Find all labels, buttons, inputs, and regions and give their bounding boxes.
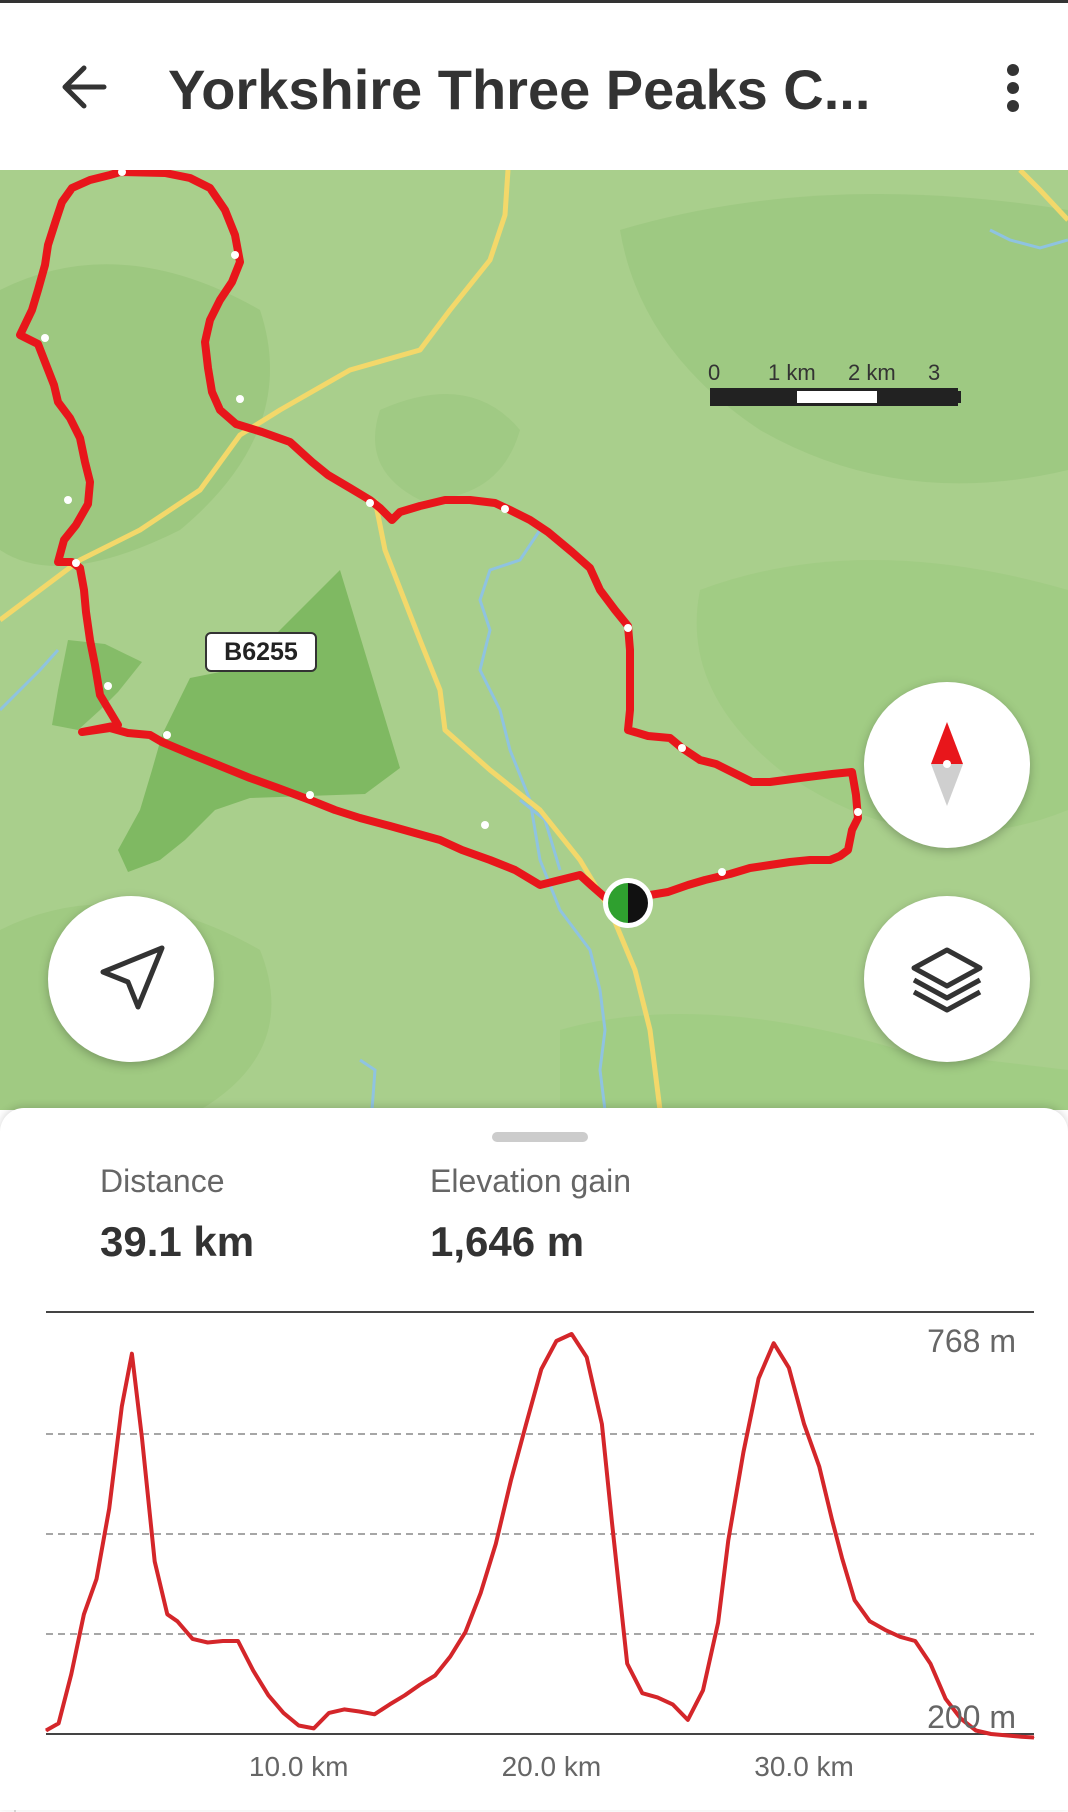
elevation-point: [803, 1423, 805, 1425]
elevation-point: [657, 1696, 658, 1698]
elevation-point: [389, 1703, 391, 1705]
elevation-point: [914, 1640, 916, 1642]
elevation-point: [141, 1437, 143, 1439]
elevation-point: [83, 1613, 85, 1615]
elevation-point: [298, 1725, 300, 1726]
elevation-point: [773, 1342, 775, 1344]
scale-bar: 0 1 km 2 km 3 km: [708, 360, 970, 411]
arrow-left-icon: [62, 65, 107, 109]
elevation-point: [899, 1636, 901, 1638]
compass-button[interactable]: [864, 682, 1030, 848]
elevation-point: [727, 1539, 729, 1541]
elevation-point: [45, 1730, 47, 1731]
elevation-point: [166, 1613, 168, 1615]
elevation-point: [419, 1684, 421, 1686]
elevation-point: [465, 1631, 466, 1633]
scale-bar-graphic: [710, 388, 961, 406]
elevation-point: [237, 1640, 239, 1642]
elevation-point: [555, 1340, 557, 1342]
elevation-point: [70, 1673, 72, 1675]
elevation-point: [626, 1663, 628, 1665]
elevation-point: [702, 1689, 704, 1691]
elevation-point: [510, 1480, 512, 1481]
elevation-point: [434, 1675, 436, 1676]
elevation-point: [358, 1711, 360, 1712]
back-button[interactable]: [54, 55, 114, 115]
elevation-point: [495, 1543, 497, 1545]
elevation-point: [586, 1356, 588, 1358]
scale-label: 2 km: [848, 360, 896, 385]
elevation-point: [374, 1713, 375, 1715]
elevation-point: [328, 1712, 330, 1714]
elevation-point: [831, 1518, 833, 1520]
elevation-point: [758, 1377, 760, 1379]
elevation-point: [601, 1423, 603, 1425]
elevation-point: [343, 1708, 345, 1710]
elevation-point: [1005, 1734, 1007, 1736]
elevation-point: [672, 1703, 674, 1705]
elevation-point: [869, 1620, 871, 1622]
x-tick-label: 30.0 km: [754, 1751, 854, 1782]
elevation-point: [267, 1694, 269, 1696]
elevation-point: [58, 1722, 60, 1724]
elevation-point: [687, 1719, 689, 1721]
x-tick-label: 20.0 km: [502, 1751, 602, 1782]
elevation-point: [131, 1353, 133, 1355]
elevation-point: [222, 1640, 224, 1642]
navigation-arrow-icon: [100, 945, 165, 1010]
more-options-button[interactable]: [995, 58, 1031, 118]
app-bar: Yorkshire Three Peaks C...: [0, 3, 1068, 170]
elevation-point: [818, 1465, 820, 1467]
y-max-label: 768 m: [927, 1323, 1016, 1359]
elevation-point: [788, 1367, 790, 1369]
elevation-point: [207, 1642, 209, 1643]
elevation-point: [1033, 1737, 1035, 1738]
locate-me-button[interactable]: [48, 896, 214, 1062]
elevation-point: [571, 1333, 573, 1335]
elevation-point: [884, 1629, 886, 1631]
elevation-point: [108, 1508, 110, 1510]
elevation-point: [404, 1694, 406, 1696]
x-tick-label: 10.0 km: [249, 1751, 349, 1782]
elevation-point: [283, 1712, 284, 1714]
elevation-point: [525, 1423, 527, 1425]
scale-label: 1 km: [768, 360, 816, 385]
more-vert-icon: [1007, 64, 1019, 112]
elevation-point: [841, 1557, 843, 1559]
elevation-point: [176, 1620, 178, 1622]
elevation-point: [449, 1656, 451, 1657]
route-details-sheet: Distance 39.1 km Elevation gain 1,646 m …: [0, 1108, 1068, 1810]
elevation-point: [313, 1727, 315, 1729]
elevation-point: [1020, 1736, 1022, 1738]
route-title: Yorkshire Three Peaks C...: [168, 58, 871, 121]
elevation-profile-chart[interactable]: 768 m 200 m 10.0 km 20.0 km 30.0 km: [0, 1108, 1068, 1810]
elevation-point: [641, 1692, 643, 1694]
road-label: B6255: [205, 632, 317, 672]
elevation-point: [252, 1670, 254, 1672]
elevation-point: [929, 1663, 931, 1665]
elevation-point: [480, 1592, 482, 1594]
elevation-point: [192, 1638, 194, 1640]
elevation-point: [742, 1451, 744, 1453]
compass-icon: [931, 722, 963, 806]
elevation-point: [540, 1368, 542, 1370]
elevation-point: [717, 1622, 719, 1624]
layers-icon: [911, 947, 983, 1013]
y-min-label: 200 m: [927, 1699, 1016, 1735]
elevation-point: [611, 1522, 613, 1524]
elevation-point: [96, 1578, 97, 1580]
elevation-point: [154, 1561, 156, 1562]
elevation-series-line: [45, 1332, 1035, 1740]
map-view[interactable]: B6255 0 1 km 2 km 3 km: [0, 170, 1068, 1110]
map-layers-button[interactable]: [864, 896, 1030, 1062]
elevation-point: [854, 1599, 856, 1601]
elevation-point: [121, 1406, 123, 1407]
scale-label: 0: [708, 360, 721, 385]
